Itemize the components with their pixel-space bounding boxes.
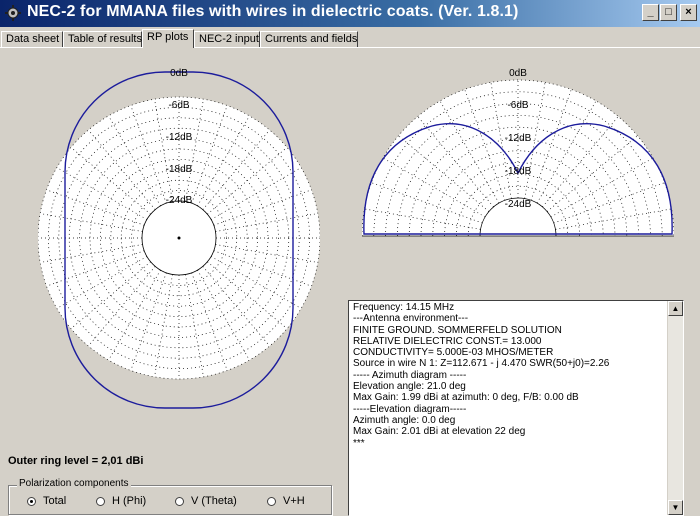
- polarization-v-plus-h-radio[interactable]: V+H: [267, 494, 305, 508]
- polarization-h-phi-radio[interactable]: H (Phi): [96, 494, 146, 508]
- polarization-group-legend: Polarization components: [17, 478, 131, 489]
- tab-currents-and-fields[interactable]: Currents and fields: [260, 31, 358, 47]
- info-line: -----Elevation diagram-----: [353, 403, 467, 415]
- radio-label: V+H: [283, 495, 305, 507]
- info-line: Source in wire N 1: Z=112.671 - j 4.470 …: [353, 358, 610, 370]
- info-line: Max Gain: 1.99 dBi at azimuth: 0 deg, F/…: [353, 392, 579, 404]
- info-line: CONDUCTIVITY= 5.000E-03 MHOS/METER: [353, 347, 554, 359]
- polarization-v-theta-radio[interactable]: V (Theta): [175, 494, 237, 508]
- tab-nec2-input[interactable]: NEC-2 input: [194, 31, 260, 47]
- title-bar[interactable]: NEC-2 for MMANA files with wires in diel…: [0, 0, 700, 27]
- info-line: ***: [353, 437, 365, 449]
- azimuth-plot: 0dB -6dB -12dB -18dB -24dB: [38, 68, 320, 409]
- info-line: RELATIVE DIELECTRIC CONST.= 13.000: [353, 335, 542, 347]
- results-text: Frequency: 14.15 MHz ---Antenna environm…: [353, 302, 665, 449]
- close-button[interactable]: ×: [680, 4, 697, 21]
- radio-label: H (Phi): [112, 495, 147, 507]
- info-line: Azimuth angle: 0.0 deg: [353, 414, 456, 426]
- elevation-ring-label-12db: -12dB: [505, 133, 532, 144]
- azimuth-ring-label-18db: -18dB: [166, 164, 193, 175]
- radio-unchecked-icon: [96, 496, 105, 506]
- minimize-button[interactable]: _: [642, 4, 659, 21]
- elevation-plot: 0dB -6dB -12dB -18dB -24dB: [362, 68, 674, 237]
- elevation-ring-label-0db: 0dB: [509, 68, 527, 79]
- radio-unchecked-icon: [175, 496, 184, 506]
- info-line: ----- Azimuth diagram -----: [353, 369, 467, 381]
- info-line: Frequency: 14.15 MHz: [353, 302, 455, 313]
- azimuth-ring-label-24db: -24dB: [166, 195, 193, 206]
- scroll-down-button[interactable]: ▼: [668, 500, 683, 515]
- tab-strip: Data sheet Table of results RP plots NEC…: [0, 29, 700, 48]
- info-line: FINITE GROUND. SOMMERFELD SOLUTION: [353, 324, 562, 336]
- elevation-ring-label-6db: -6dB: [507, 100, 528, 111]
- azimuth-ring-label-0db: 0dB: [170, 68, 188, 79]
- radio-label: V (Theta): [191, 495, 237, 507]
- azimuth-ring-label-6db: -6dB: [168, 100, 189, 111]
- tab-data-sheet[interactable]: Data sheet: [1, 31, 63, 47]
- window-title: NEC-2 for MMANA files with wires in diel…: [27, 3, 519, 20]
- results-text-box[interactable]: Frequency: 14.15 MHz ---Antenna environm…: [348, 300, 684, 516]
- radio-label: Total: [43, 495, 67, 507]
- scroll-up-button[interactable]: ▲: [668, 301, 683, 316]
- maximize-button[interactable]: □: [660, 4, 677, 21]
- tab-rp-plots[interactable]: RP plots: [142, 29, 194, 48]
- gear-icon: [5, 5, 21, 21]
- tab-table-of-results[interactable]: Table of results: [63, 31, 142, 47]
- elevation-ring-label-24db: -24dB: [505, 199, 532, 210]
- radio-unchecked-icon: [267, 496, 276, 506]
- info-line: Max Gain: 2.01 dBi at elevation 22 deg: [353, 426, 526, 438]
- polarization-total-radio[interactable]: Total: [27, 494, 66, 508]
- info-line: Elevation angle: 21.0 deg: [353, 381, 466, 393]
- elevation-ring-label-18db: -18dB: [505, 166, 532, 177]
- rp-plots-panel: 0dB -6dB -12dB -18dB -24dB 0dB -6dB -12d…: [0, 47, 700, 516]
- azimuth-ring-label-12db: -12dB: [166, 132, 193, 143]
- azimuth-center-dot: [177, 236, 181, 240]
- polarization-group: Polarization components Total H (Phi) V …: [8, 478, 332, 515]
- info-line: ---Antenna environment---: [353, 313, 469, 325]
- outer-ring-level-label: Outer ring level = 2,01 dBi: [8, 455, 144, 467]
- radio-checked-icon: [27, 496, 36, 506]
